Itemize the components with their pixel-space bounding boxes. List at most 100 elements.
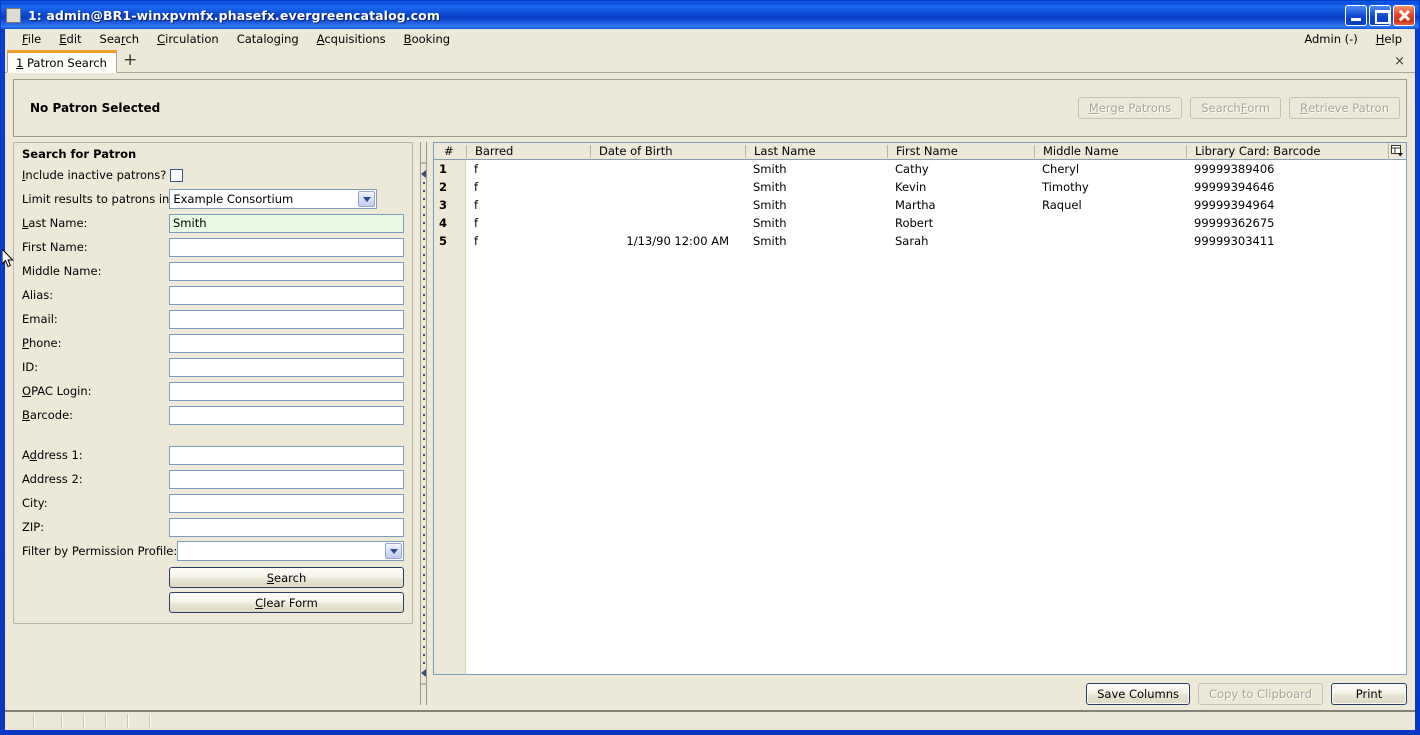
- field-row-barcode: Barcode:: [22, 403, 404, 427]
- close-tab-button[interactable]: ×: [1394, 54, 1405, 69]
- address2-input[interactable]: [169, 469, 404, 489]
- first-name-input[interactable]: [169, 237, 404, 257]
- menu-cataloging[interactable]: Cataloging: [228, 30, 308, 48]
- menu-search[interactable]: Search: [91, 30, 149, 48]
- city-input[interactable]: [169, 493, 404, 513]
- column-header-last-name[interactable]: Last Name: [745, 144, 887, 158]
- include-inactive-checkbox[interactable]: [170, 168, 183, 182]
- middle-name-label: Middle Name:: [22, 264, 102, 278]
- pane-splitter[interactable]: [413, 142, 433, 705]
- minimize-button[interactable]: [1345, 4, 1367, 26]
- cell-barred: f: [474, 198, 479, 212]
- alias-input[interactable]: [169, 285, 404, 305]
- cell-middle-name: [1034, 214, 1186, 232]
- status-cell-6: [129, 714, 151, 728]
- menu-booking[interactable]: Booking: [395, 30, 459, 48]
- menu-edit[interactable]: Edit: [50, 30, 90, 48]
- collapse-left-arrow-icon[interactable]: [420, 170, 426, 178]
- email-input[interactable]: [169, 309, 404, 329]
- column-header-first-name[interactable]: First Name: [887, 144, 1034, 158]
- cell-first-name: Robert: [895, 216, 934, 230]
- table-row[interactable]: f 1/13/90 12:00 AM Smith Sarah 999993034…: [466, 232, 1406, 250]
- middle-name-input[interactable]: [169, 261, 404, 281]
- save-columns-button[interactable]: Save Columns: [1086, 682, 1191, 705]
- clear-form-button-row: Clear Form: [22, 592, 404, 613]
- print-button[interactable]: Print: [1331, 682, 1407, 705]
- cell-last-name: Smith: [753, 162, 787, 176]
- left-pane-filler: [13, 624, 413, 705]
- cell-middle-name: [1034, 232, 1186, 250]
- cell-first-name: Sarah: [895, 234, 929, 248]
- cell-library-card: 99999394646: [1194, 180, 1275, 194]
- client-area: File Edit Search Circulation Cataloging …: [4, 29, 1416, 731]
- menu-bar: File Edit Search Circulation Cataloging …: [5, 29, 1415, 49]
- row-number: 2: [439, 180, 448, 194]
- column-header-number[interactable]: #: [434, 145, 466, 158]
- menu-help[interactable]: Help: [1367, 30, 1411, 48]
- field-row-phone: Phone:: [22, 331, 404, 355]
- column-header-barred[interactable]: Barred: [466, 144, 590, 158]
- new-tab-button[interactable]: +: [123, 52, 137, 72]
- collapse-left-arrow-icon-bottom[interactable]: [420, 669, 426, 677]
- cell-dob: [590, 160, 745, 178]
- id-input[interactable]: [169, 357, 404, 377]
- retrieve-patron-button[interactable]: Retrieve Patron: [1289, 97, 1400, 119]
- email-label: Email:: [22, 312, 58, 326]
- column-header-middle-name[interactable]: Middle Name: [1034, 144, 1186, 158]
- copy-to-clipboard-button[interactable]: Copy to Clipboard: [1198, 682, 1323, 705]
- last-name-input[interactable]: [169, 213, 404, 233]
- phone-input[interactable]: [169, 333, 404, 353]
- clear-form-button[interactable]: Clear Form: [169, 592, 404, 613]
- search-form-button[interactable]: Search Form: [1190, 97, 1282, 119]
- field-row-first-name: First Name:: [22, 235, 404, 259]
- permission-profile-select[interactable]: [177, 541, 404, 561]
- address1-input[interactable]: [169, 445, 404, 465]
- table-row[interactable]: f Smith Robert 99999362675: [466, 214, 1406, 232]
- merge-patrons-button[interactable]: Merge Patrons: [1077, 97, 1183, 119]
- field-row-address2: Address 2:: [22, 467, 404, 491]
- cell-dob: [590, 214, 745, 232]
- menu-acquisitions[interactable]: Acquisitions: [308, 30, 395, 48]
- field-spacer: [22, 427, 404, 443]
- column-picker-icon[interactable]: [1388, 143, 1406, 160]
- column-header-dob[interactable]: Date of Birth: [590, 144, 745, 158]
- results-pane: # Barred Date of Birth Last Name First N…: [433, 142, 1407, 705]
- menu-admin[interactable]: Admin (-): [1295, 30, 1366, 48]
- cell-barred: f: [474, 234, 479, 248]
- close-window-button[interactable]: [1393, 4, 1415, 26]
- table-row[interactable]: f Smith Kevin Timothy 99999394646: [466, 178, 1406, 196]
- status-cell-1: [7, 714, 35, 728]
- menu-circulation[interactable]: Circulation: [148, 30, 228, 48]
- id-label: ID:: [22, 360, 39, 374]
- opac-login-input[interactable]: [169, 381, 404, 401]
- limit-results-select[interactable]: Example Consortium: [169, 189, 378, 209]
- row-number: 3: [439, 198, 448, 212]
- zip-input[interactable]: [169, 517, 404, 537]
- cell-barred: f: [474, 180, 479, 194]
- maximize-button[interactable]: [1369, 4, 1391, 26]
- alias-label: Alias:: [22, 288, 54, 302]
- table-row[interactable]: f Smith Martha Raquel 99999394964: [466, 196, 1406, 214]
- cell-first-name: Kevin: [895, 180, 927, 194]
- patron-summary-header: No Patron Selected Merge Patrons Search …: [13, 79, 1407, 137]
- cell-library-card: 99999303411: [1194, 234, 1275, 248]
- tab-patron-search[interactable]: 1 Patron Search: [7, 50, 117, 73]
- status-cell-5: [107, 714, 129, 728]
- field-row-permission-profile: Filter by Permission Profile:: [22, 539, 404, 563]
- column-header-library-card[interactable]: Library Card: Barcode: [1186, 144, 1388, 158]
- table-row[interactable]: f Smith Cathy Cheryl 99999389406: [466, 160, 1406, 178]
- results-table: # Barred Date of Birth Last Name First N…: [433, 142, 1407, 675]
- cell-dob: [590, 178, 745, 196]
- phone-label: Phone:: [22, 336, 62, 350]
- barcode-input[interactable]: [169, 405, 404, 425]
- address2-label: Address 2:: [22, 472, 83, 486]
- status-cell-2: [35, 714, 63, 728]
- cell-middle-name: Raquel: [1042, 198, 1082, 212]
- tab-strip: 1 Patron Search + ×: [5, 49, 1415, 73]
- splitter-bar[interactable]: [419, 142, 427, 705]
- search-button[interactable]: Search: [169, 567, 404, 588]
- app-icon: [6, 7, 21, 23]
- menu-file[interactable]: File: [13, 30, 50, 48]
- row-number: 4: [439, 216, 448, 230]
- cell-middle-name: Timothy: [1042, 180, 1089, 194]
